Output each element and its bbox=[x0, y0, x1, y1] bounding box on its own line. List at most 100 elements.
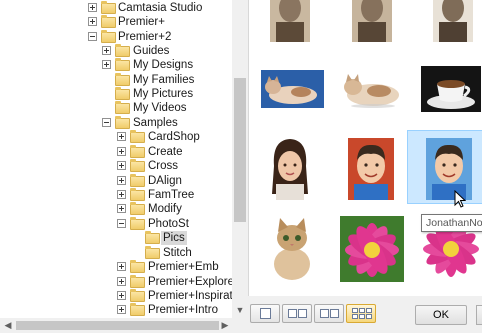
thumbnail[interactable] bbox=[329, 0, 407, 42]
folder-icon bbox=[115, 73, 130, 86]
folder-icon bbox=[115, 58, 130, 71]
tree-item-label: Premier+2 bbox=[118, 31, 172, 43]
folder-icon bbox=[115, 116, 130, 129]
two-up-view-icon bbox=[298, 309, 307, 318]
scroll-down-arrow-icon[interactable]: ▼ bbox=[232, 302, 248, 318]
expand-icon[interactable] bbox=[117, 161, 126, 170]
grid-view-icon bbox=[352, 308, 358, 313]
expand-icon[interactable] bbox=[102, 46, 111, 55]
boy-red-background-photo bbox=[348, 138, 394, 200]
sepia-boy-photo-3 bbox=[433, 0, 473, 42]
tree-item-label: Premier+Inspiration bbox=[148, 290, 232, 302]
tree-item-label: Pics bbox=[161, 231, 187, 245]
folder-icon bbox=[145, 246, 160, 259]
tree-horizontal-scrollbar[interactable]: ◀ ▶ bbox=[0, 318, 232, 333]
folder-icon bbox=[115, 87, 130, 100]
expand-icon[interactable] bbox=[102, 60, 111, 69]
folder-icon bbox=[130, 289, 145, 302]
thumbnail[interactable] bbox=[329, 212, 407, 286]
tree-vertical-scroll-thumb[interactable] bbox=[234, 78, 246, 222]
thumbnail-selected[interactable] bbox=[407, 130, 482, 204]
thumbnail[interactable] bbox=[407, 0, 482, 42]
expand-icon[interactable] bbox=[117, 190, 126, 199]
kitten-photo bbox=[274, 218, 310, 280]
collapse-icon[interactable] bbox=[102, 118, 111, 127]
thumbnail[interactable] bbox=[251, 0, 329, 42]
pink-flower-photo bbox=[340, 216, 404, 282]
scroll-left-arrow-icon[interactable]: ◀ bbox=[1, 318, 15, 333]
folder-icon bbox=[130, 188, 145, 201]
lying-cat-photo bbox=[344, 74, 399, 108]
collapse-icon[interactable] bbox=[117, 219, 126, 228]
folder-icon bbox=[101, 1, 116, 14]
folder-icon bbox=[130, 202, 145, 215]
thumbnail[interactable] bbox=[329, 130, 407, 204]
tree-item-label: My Videos bbox=[133, 102, 187, 114]
ok-button[interactable]: OK bbox=[415, 305, 467, 325]
two-up-view-icon bbox=[288, 309, 297, 318]
cat-on-blue-photo bbox=[261, 70, 324, 108]
tree-item-label: PhotoSt bbox=[148, 218, 189, 230]
collapse-icon[interactable] bbox=[88, 32, 97, 41]
expand-icon[interactable] bbox=[117, 132, 126, 141]
side-by-side-view-icon bbox=[320, 309, 329, 318]
single-view-icon bbox=[260, 308, 271, 319]
girl-portrait-photo bbox=[272, 139, 308, 200]
folder-icon bbox=[101, 30, 116, 43]
expand-icon[interactable] bbox=[117, 291, 126, 300]
folder-icon bbox=[115, 44, 130, 57]
folder-tree: Camtasia Studio Premier+ Premier+2 Guide… bbox=[0, 0, 232, 318]
tree-item-label: Camtasia Studio bbox=[118, 2, 203, 14]
expand-icon[interactable] bbox=[117, 204, 126, 213]
tree-item-label: Cross bbox=[148, 160, 179, 172]
expand-icon[interactable] bbox=[88, 3, 97, 12]
mouse-cursor-icon bbox=[454, 190, 466, 208]
folder-icon bbox=[130, 174, 145, 187]
thumbnail[interactable] bbox=[329, 52, 407, 126]
folder-icon bbox=[130, 303, 145, 316]
folder-icon bbox=[130, 260, 145, 273]
sepia-boy-photo-1 bbox=[270, 0, 310, 42]
tree-item-label: Premier+Intro bbox=[148, 304, 218, 316]
grid-view-icon bbox=[366, 308, 372, 313]
thumbnail[interactable] bbox=[407, 52, 482, 126]
folder-icon bbox=[130, 159, 145, 172]
two-up-view-button[interactable] bbox=[282, 304, 312, 323]
filename-tooltip: JonathanNoBa bbox=[421, 214, 482, 232]
tree-horizontal-scroll-thumb[interactable] bbox=[16, 321, 219, 330]
expand-icon[interactable] bbox=[88, 17, 97, 26]
scroll-right-arrow-icon[interactable]: ▶ bbox=[218, 318, 232, 333]
expand-icon[interactable] bbox=[117, 176, 126, 185]
tree-item-label: CardShop bbox=[148, 131, 200, 143]
thumbnail-panel: JonathanNoBa OK bbox=[248, 0, 482, 333]
expand-icon[interactable] bbox=[117, 147, 126, 156]
thumbnail[interactable] bbox=[251, 130, 329, 204]
grid-view-icon bbox=[366, 314, 372, 319]
grid-view-icon bbox=[359, 314, 365, 319]
single-view-button[interactable] bbox=[250, 304, 280, 323]
tree-vertical-scrollbar[interactable] bbox=[232, 0, 248, 318]
folder-icon bbox=[115, 101, 130, 114]
grid-view-icon bbox=[359, 308, 365, 313]
folder-icon bbox=[130, 275, 145, 288]
tree-item-label: Guides bbox=[133, 45, 170, 57]
thumbnail[interactable] bbox=[251, 212, 329, 286]
expand-icon[interactable] bbox=[117, 305, 126, 314]
folder-icon bbox=[101, 15, 116, 28]
folder-tree-panel: Camtasia Studio Premier+ Premier+2 Guide… bbox=[0, 0, 248, 333]
expand-icon[interactable] bbox=[117, 277, 126, 286]
expand-icon[interactable] bbox=[117, 262, 126, 271]
tree-item-label: Create bbox=[148, 146, 183, 158]
thumbnail[interactable] bbox=[251, 52, 329, 126]
tree-item-label: Premier+Emb bbox=[148, 261, 219, 273]
tree-item-label: My Designs bbox=[133, 59, 194, 71]
side-by-side-view-button[interactable] bbox=[314, 304, 344, 323]
grid-view-button[interactable] bbox=[346, 304, 376, 323]
thumbnail-grid: JonathanNoBa bbox=[248, 0, 482, 296]
folder-icon bbox=[130, 145, 145, 158]
tree-item-label: My Pictures bbox=[133, 88, 194, 100]
folder-icon bbox=[130, 130, 145, 143]
side-by-side-view-icon bbox=[330, 309, 339, 318]
partial-button[interactable] bbox=[476, 305, 482, 325]
grid-view-icon bbox=[352, 314, 358, 319]
